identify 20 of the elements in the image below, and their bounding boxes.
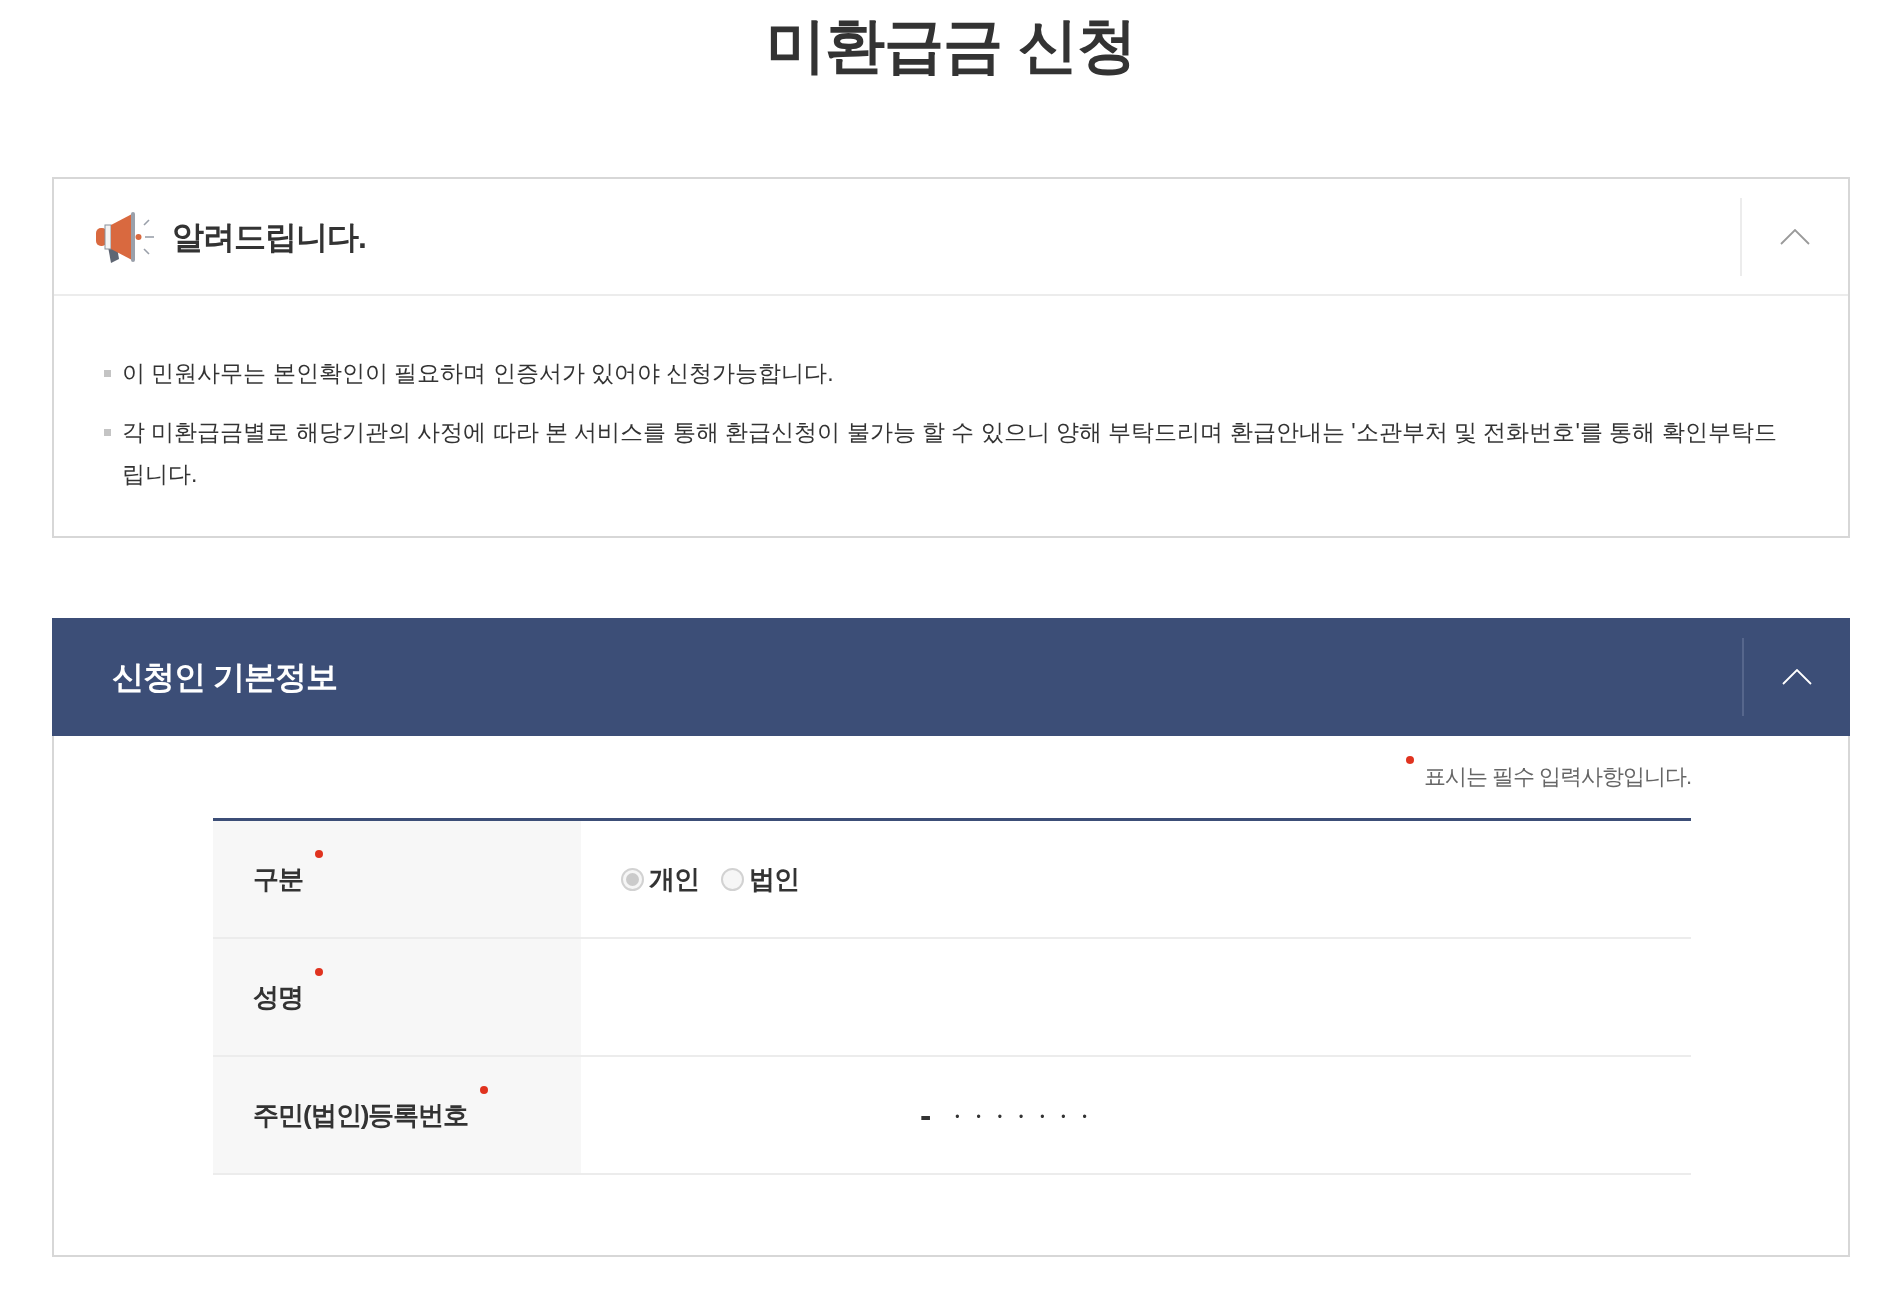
notice-text: 각 미환급금별로 해당기관의 사정에 따라 본 서비스를 통해 환급신청이 불가능 할 수 있으니 양해 부탁드리며 환급안내는 '소관부처 및 전화번호'를 통해 확인부탁드립니다. [122,418,1778,489]
field-label: 성명 [253,981,303,1014]
required-mark-icon [1405,756,1414,764]
chevron-up-icon [1780,228,1810,245]
dash-separator: - [920,1098,932,1132]
radio-option[interactable]: 법인 [721,859,799,899]
field-label: 구분 [253,863,303,896]
bullet-icon [104,370,111,377]
radio-selected-icon[interactable] [621,867,644,891]
notice-title: 알려드립니다. [172,217,366,257]
radio-icon[interactable] [721,867,744,891]
notice-text: 이 민원사무는 본인확인이 필요하며 인증서가 있어야 신청가능합니다. [122,359,834,388]
field-label: 주민(법인)등록번호 [253,1099,469,1132]
section-title: 신청인 기본정보 [112,658,337,697]
page-title: 미환급금 신청 [765,11,1137,78]
radio-option[interactable]: 개인 [621,859,699,899]
bullet-icon [104,429,111,436]
masked-number-field[interactable]: ••••••• [955,1110,1104,1124]
chevron-up-icon [1782,669,1812,685]
required-note: 표시는 필수 입력사항입니다. [1423,763,1691,791]
